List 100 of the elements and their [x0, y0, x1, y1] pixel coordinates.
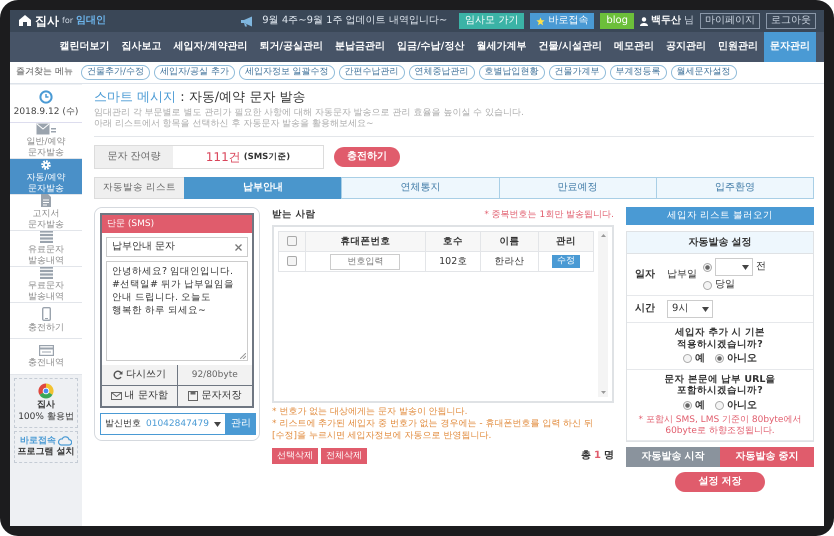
column-header: 이름	[480, 232, 539, 252]
nav-menu-item[interactable]: 집사보고	[116, 32, 168, 62]
nav-menu-item[interactable]: 건물/시설관리	[532, 32, 608, 62]
option-label: 예	[695, 352, 705, 365]
nav-menu-item[interactable]: 민원관리	[712, 32, 764, 62]
logo-text: 집사	[35, 14, 59, 28]
edit-button[interactable]: 수정	[552, 255, 580, 268]
favorite-menu-chip[interactable]: 세입자/공실 추가	[154, 65, 235, 80]
total-unit: 명	[604, 450, 614, 462]
user-name: 백두산	[651, 15, 681, 27]
stop-button[interactable]: 자동발송 중지	[720, 447, 814, 468]
sidebar-menu-item[interactable]: 자동/예약 문자발송	[10, 159, 82, 195]
option-label: 아니오	[727, 400, 757, 412]
favorite-menu-chip[interactable]: 간편수납관리	[338, 65, 405, 80]
start-button[interactable]: 자동발송 시작	[626, 447, 720, 468]
favorite-menu-chip[interactable]: 월세문자설정	[670, 65, 737, 80]
my-messages-button[interactable]: 내 문자함	[102, 386, 176, 406]
nav-menu-item[interactable]: 문자관리	[764, 32, 816, 62]
sidebar-menu-item[interactable]: 일반/예약 문자발송	[10, 123, 82, 159]
radio-button[interactable]	[715, 401, 724, 410]
banner-subtitle: 프로그램 설치	[17, 447, 75, 458]
nav-menu-item[interactable]: 분납금관리	[329, 32, 392, 62]
option-label: 전	[756, 261, 766, 274]
message-type-header: 단문 (SMS)	[102, 215, 252, 234]
balance-unit: (SMS기준)	[244, 152, 290, 162]
guide-banner[interactable]: 집사 100% 활용법	[14, 378, 78, 428]
nav-menu-item[interactable]: 메모관리	[608, 32, 660, 62]
option-label: 당일	[715, 279, 735, 292]
favorite-menu-chip[interactable]: 연체중납관리	[408, 65, 475, 80]
tab[interactable]: 연체통지	[341, 177, 500, 200]
document-icon	[41, 194, 51, 208]
radio-button[interactable]	[703, 262, 712, 272]
total-count: 1	[594, 450, 601, 462]
manage-button[interactable]: 관리	[226, 413, 256, 436]
cloud-icon	[58, 436, 72, 446]
charge-button[interactable]: 충전하기	[334, 147, 400, 168]
tab[interactable]: 납부안내	[184, 177, 342, 200]
save-message-button[interactable]: 문자저장	[178, 386, 252, 406]
sender-select[interactable]: 발신번호 01042847479	[100, 413, 226, 436]
sidebar-menu-item[interactable]: 충전하기	[10, 303, 82, 339]
tab[interactable]: 만료예정	[498, 177, 657, 200]
update-notice-link[interactable]: 9월 4주~9월 1주 업데이트 내역입니다~	[262, 15, 448, 27]
description-text: 임대관리 각 부문별로 별도 관리가 필요한 사항에 대해 자동문자 발송으로 관리 효율을 높이실 수 있습니다.	[94, 108, 525, 118]
message-textarea[interactable]: 안녕하세요? 임대인입니다. #선택일# 뒤가 납부일임을 안내 드립니다. 오늘도 행복한 하루 되세요~	[106, 261, 248, 362]
sidebar-menu-item[interactable]: 충전내역	[10, 339, 82, 375]
load-tenants-button[interactable]: 세입자 리스트 불러오기	[626, 207, 814, 226]
favorite-menu-chip[interactable]: 호별납입현황	[478, 65, 545, 80]
favorite-menu-chip[interactable]: 건물추가/수정	[80, 65, 150, 80]
clock-icon	[39, 90, 53, 104]
house-icon	[18, 14, 32, 28]
favorites-label: 즐겨찾는 메뉴	[16, 67, 73, 78]
radio-button[interactable]	[683, 401, 692, 410]
rewrite-button[interactable]: 다시쓰기	[102, 365, 176, 386]
field-label: 납부일	[667, 268, 697, 281]
delete-button[interactable]: 전체삭제	[321, 448, 367, 464]
refresh-icon	[112, 370, 123, 380]
phone-icon	[42, 307, 50, 322]
tab[interactable]: 입주환영	[656, 177, 814, 200]
nav-menu-item[interactable]: 세입자/계약관리	[168, 32, 254, 62]
byte-counter: 92/80byte	[178, 365, 252, 386]
checkbox[interactable]	[286, 256, 297, 266]
nav-menu-item[interactable]: 캘린더보기	[54, 32, 116, 62]
delete-button[interactable]: 선택삭제	[272, 448, 318, 464]
radio-button[interactable]	[703, 280, 712, 290]
favorite-menu-chip[interactable]: 건물가계부	[548, 65, 606, 80]
favorite-menu-chip[interactable]: 세입자정보 일괄수정	[238, 65, 335, 80]
nav-menu-item[interactable]: 공지관리	[660, 32, 712, 62]
shortcut-button[interactable]: 바로접속	[530, 13, 594, 29]
browser-icon	[38, 383, 54, 399]
mail-icon	[110, 392, 122, 400]
note-text: * 포함시 SMS, LMS 기준이 80byte에서 60byte로 하향조정됩니다.	[638, 414, 802, 436]
total-label: 총	[581, 450, 592, 462]
sidebar-menu-item[interactable]: 무료문자 발송내역	[10, 267, 82, 303]
list-label: 자동발송 리스트	[94, 177, 186, 200]
question-text: 세입자 추가 시 기본 적용하시겠습니까?	[674, 327, 766, 350]
balance-label: 문자 잔여량	[95, 146, 173, 168]
save-settings-button[interactable]: 설정 저장	[675, 472, 765, 492]
list-icon	[40, 230, 52, 243]
time-select[interactable]: 9시	[667, 300, 713, 318]
list-icon	[40, 266, 52, 279]
radio-button[interactable]	[683, 354, 692, 364]
account-button[interactable]: 로그아웃	[766, 13, 816, 29]
favorite-menu-chip[interactable]: 부계정등록	[610, 65, 667, 80]
logo-text: for	[62, 16, 73, 26]
radio-button[interactable]	[715, 354, 724, 364]
table-cell: 한라산	[480, 252, 539, 272]
duplicate-notice: * 중복번호는 1회만 발송됩니다.	[484, 210, 614, 221]
nav-menu-item[interactable]: 월세가계부	[470, 32, 532, 62]
phone-input-field[interactable]: 번호입력	[330, 254, 400, 270]
install-banner[interactable]: 바로접속 프로그램 설치	[14, 430, 78, 464]
nav-menu-item[interactable]: 퇴거/공실관리	[253, 32, 330, 62]
sidebar-menu-item[interactable]: 유료문자 발송내역	[10, 231, 82, 267]
offset-select[interactable]	[715, 258, 753, 276]
subject-field[interactable]: 납부안내 문자	[106, 237, 248, 258]
account-button[interactable]: 마이페이지	[700, 13, 760, 29]
checkbox[interactable]	[286, 236, 297, 246]
logo-text: 임대인	[76, 14, 106, 27]
save-icon	[188, 391, 198, 402]
nav-menu-item[interactable]: 입금/수납/정산	[391, 32, 470, 62]
sidebar-menu-item[interactable]: 고지서 문자발송	[10, 195, 82, 231]
